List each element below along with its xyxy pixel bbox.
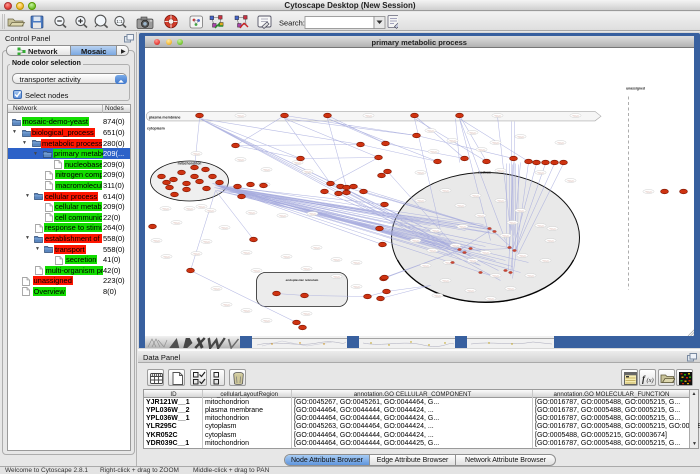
svg-text:Yxx-xx: Yxx-xx xyxy=(173,222,180,224)
svg-text:Yxx-xx: Yxx-xx xyxy=(221,227,228,229)
svg-text:plasma membrane: plasma membrane xyxy=(149,115,181,119)
svg-text:Yxx-xx: Yxx-xx xyxy=(207,210,214,212)
svg-text:Yxx-xx: Yxx-xx xyxy=(537,172,544,174)
svg-text:Yxx-xx: Yxx-xx xyxy=(163,256,170,258)
svg-text:Yxx-xx: Yxx-xx xyxy=(557,142,564,144)
svg-text:cytoplasm: cytoplasm xyxy=(147,126,165,130)
svg-text:Yxx-xx: Yxx-xx xyxy=(422,265,429,267)
svg-text:Yxx-xx: Yxx-xx xyxy=(572,115,579,117)
svg-text:Yxx-xx: Yxx-xx xyxy=(478,149,485,151)
svg-text:Yxx-xx: Yxx-xx xyxy=(519,255,526,257)
svg-text:Yxx-xx: Yxx-xx xyxy=(303,268,310,270)
svg-text:Yxx-xx: Yxx-xx xyxy=(459,226,466,228)
svg-text:mitochondrion: mitochondrion xyxy=(177,161,201,165)
svg-text:Yxx-xx: Yxx-xx xyxy=(482,252,489,254)
svg-text:Yxx-xx: Yxx-xx xyxy=(309,213,316,215)
svg-text:Yxx-xx: Yxx-xx xyxy=(253,270,260,272)
svg-text:Yxx-xx: Yxx-xx xyxy=(237,115,244,117)
svg-text:Yxx-xx: Yxx-xx xyxy=(223,304,230,306)
svg-text:Yxx-xx: Yxx-xx xyxy=(162,208,169,210)
svg-text:Yxx-xx: Yxx-xx xyxy=(243,252,250,254)
svg-text:Yxx-xx: Yxx-xx xyxy=(429,250,436,252)
svg-text:Yxx-xx: Yxx-xx xyxy=(203,241,210,243)
svg-text:Yxx-xx: Yxx-xx xyxy=(547,240,554,242)
svg-text:Yxx-xx: Yxx-xx xyxy=(313,247,320,249)
svg-text:Yxx-xx: Yxx-xx xyxy=(469,260,476,262)
svg-text:f: f xyxy=(642,374,646,384)
svg-text:Yxx-xx: Yxx-xx xyxy=(412,240,419,242)
svg-text:Yxx-xx: Yxx-xx xyxy=(645,191,652,193)
svg-text:Yxx-xx: Yxx-xx xyxy=(417,200,424,202)
svg-text:Yxx-xx: Yxx-xx xyxy=(333,259,340,261)
svg-text:Yxx-xx: Yxx-xx xyxy=(487,298,494,300)
svg-text:Yxx-xx: Yxx-xx xyxy=(283,256,290,258)
svg-text:Yxx-xx: Yxx-xx xyxy=(333,276,340,278)
svg-text:unassigned: unassigned xyxy=(626,86,645,90)
svg-text:Yxx-xx: Yxx-xx xyxy=(542,260,549,262)
svg-text:Yxx-xx: Yxx-xx xyxy=(477,215,484,217)
svg-text:Yxx-xx: Yxx-xx xyxy=(442,190,449,192)
svg-text:Yxx-xx: Yxx-xx xyxy=(237,159,244,161)
svg-text:Yxx-xx: Yxx-xx xyxy=(213,288,220,290)
svg-text:Yxx-xx: Yxx-xx xyxy=(430,151,437,153)
svg-text:Yxx-xx: Yxx-xx xyxy=(457,205,464,207)
svg-text:Yxx-xx: Yxx-xx xyxy=(153,240,160,242)
svg-text:Yxx-xx: Yxx-xx xyxy=(452,245,459,247)
svg-text:Yxx-xx: Yxx-xx xyxy=(549,228,556,230)
svg-text:Yxx-xx: Yxx-xx xyxy=(248,212,255,214)
svg-text:Yxx-xx: Yxx-xx xyxy=(492,275,499,277)
svg-text:Yxx-xx: Yxx-xx xyxy=(263,169,270,171)
svg-text:Yxx-xx: Yxx-xx xyxy=(279,215,286,217)
svg-text:Yxx-xx: Yxx-xx xyxy=(527,275,534,277)
svg-text:Yxx-xx: Yxx-xx xyxy=(537,225,544,227)
svg-text:Yxx-xx: Yxx-xx xyxy=(517,210,524,212)
svg-text:Yxx-xx: Yxx-xx xyxy=(427,130,434,132)
svg-text:Yxx-xx: Yxx-xx xyxy=(303,313,310,315)
svg-text:Yxx-xx: Yxx-xx xyxy=(417,172,424,174)
svg-text:Yxx-xx: Yxx-xx xyxy=(193,253,200,255)
svg-text:Yxx-xx: Yxx-xx xyxy=(365,115,372,117)
svg-text:1:1: 1:1 xyxy=(116,19,123,24)
svg-text:Yxx-xx: Yxx-xx xyxy=(434,295,441,297)
svg-text:Yxx-xx: Yxx-xx xyxy=(502,235,509,237)
svg-text:Yxx-xx: Yxx-xx xyxy=(353,262,360,264)
svg-text:Search:: Search: xyxy=(279,19,305,28)
svg-text:Yxx-xx: Yxx-xx xyxy=(509,222,516,224)
svg-text:(x): (x) xyxy=(646,377,653,384)
svg-text:Yxx-xx: Yxx-xx xyxy=(497,170,504,172)
svg-text:Yxx-xx: Yxx-xx xyxy=(494,115,501,117)
svg-text:Yxx-xx: Yxx-xx xyxy=(469,132,476,134)
svg-text:Yxx-xx: Yxx-xx xyxy=(353,286,360,288)
svg-text:Yxx-xx: Yxx-xx xyxy=(442,280,449,282)
svg-text:Yxx-xx: Yxx-xx xyxy=(186,208,193,210)
svg-text:Yxx-xx: Yxx-xx xyxy=(198,206,205,208)
svg-text:Yxx-xx: Yxx-xx xyxy=(492,142,499,144)
svg-text:Yxx-xx: Yxx-xx xyxy=(449,140,456,142)
svg-text:Yxx-xx: Yxx-xx xyxy=(304,171,311,173)
svg-text:Yxx-xx: Yxx-xx xyxy=(467,290,474,292)
svg-text:Yxx-xx: Yxx-xx xyxy=(567,180,574,182)
svg-text:Yxx-xx: Yxx-xx xyxy=(517,136,524,138)
svg-text:Yxx-xx: Yxx-xx xyxy=(497,200,504,202)
svg-text:Yxx-xx: Yxx-xx xyxy=(507,288,514,290)
svg-text:Yxx-xx: Yxx-xx xyxy=(243,310,250,312)
svg-text:endoplasmic reticulum: endoplasmic reticulum xyxy=(285,278,318,282)
svg-text:Yxx-xx: Yxx-xx xyxy=(263,320,270,322)
svg-text:Yxx-xx: Yxx-xx xyxy=(193,153,200,155)
svg-text:Yxx-xx: Yxx-xx xyxy=(472,195,479,197)
svg-text:Yxx-xx: Yxx-xx xyxy=(294,162,301,164)
svg-text:Yxx-xx: Yxx-xx xyxy=(432,230,439,232)
